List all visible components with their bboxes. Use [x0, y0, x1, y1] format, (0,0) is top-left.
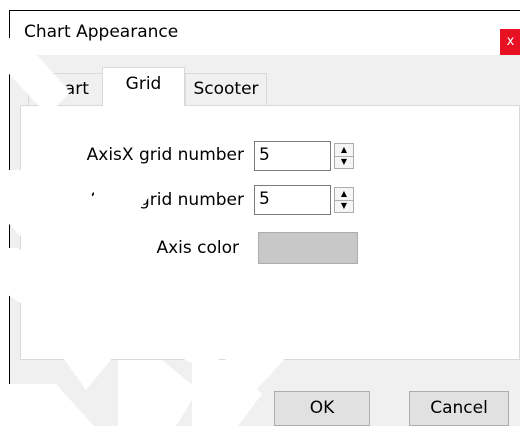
dialog-title: Chart Appearance — [24, 22, 179, 42]
tab-grid[interactable]: Grid — [102, 67, 185, 106]
axis-color-label: Axis color — [156, 238, 239, 258]
spin-down-icon[interactable]: ▼ — [335, 156, 353, 168]
tab-scooter[interactable]: Scooter — [185, 73, 267, 105]
cancel-button[interactable]: Cancel — [409, 391, 509, 426]
axis-x-grid-number-value: 5 — [259, 145, 270, 165]
axis-y-spinner[interactable]: ▲ ▼ — [334, 187, 354, 213]
axis-y-label: AxisY grid number — [87, 190, 244, 210]
title-bar: Chart Appearance x — [10, 11, 520, 55]
screenshot-stage: Chart Appearance x Chart Grid Scooter Ax… — [0, 0, 520, 426]
tab-chart[interactable]: Chart — [28, 73, 103, 105]
axis-color-swatch[interactable] — [258, 232, 358, 264]
axis-y-grid-number-value: 5 — [259, 189, 270, 209]
spin-down-icon[interactable]: ▼ — [335, 200, 353, 212]
close-button[interactable]: x — [500, 29, 520, 55]
axis-x-grid-number-field[interactable]: 5 — [254, 141, 331, 171]
chart-appearance-dialog: Chart Appearance x Chart Grid Scooter Ax… — [9, 10, 520, 426]
axis-x-label: AxisX grid number — [86, 145, 244, 165]
axis-x-spinner[interactable]: ▲ ▼ — [334, 143, 354, 169]
grid-settings-panel: AxisX grid number 5 ▲ ▼ AxisY grid numbe… — [20, 105, 520, 360]
axis-y-grid-number-field[interactable]: 5 — [254, 185, 331, 215]
ok-button[interactable]: OK — [274, 391, 370, 426]
